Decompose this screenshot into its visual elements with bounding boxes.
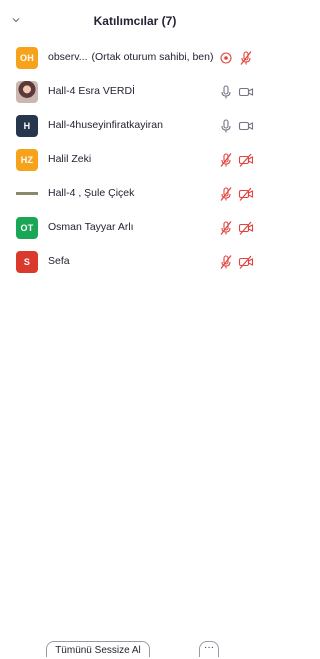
participant-name: Sefa	[48, 255, 70, 267]
participant-name-text: Sefa	[48, 255, 70, 267]
avatar: HZ	[16, 149, 38, 171]
participant-name: Hall-4 , Şule Çiçek	[48, 187, 134, 199]
participant-status-icons	[218, 253, 254, 271]
mic-icon[interactable]	[218, 118, 234, 134]
avatar: H	[16, 115, 38, 137]
participant-status-icons	[218, 151, 254, 169]
participant-row[interactable]: Hall-4 , Şule Çiçek	[0, 177, 270, 211]
participant-status-icons	[218, 83, 254, 101]
participant-status-icons	[218, 117, 254, 135]
participant-name: Osman Tayyar Arlı	[48, 221, 134, 233]
participant-role: (Ortak oturum sahibi, ben)	[91, 51, 214, 63]
participant-name: Hall-4 Esra VERDİ	[48, 85, 135, 97]
participant-status-icons	[218, 185, 254, 203]
participant-row[interactable]: HZ Halil Zeki	[0, 143, 270, 177]
panel-footer: Tümünü Sessize Al ···	[0, 641, 270, 657]
more-options-button[interactable]: ···	[199, 641, 219, 657]
mic-icon[interactable]	[218, 84, 234, 100]
mic-muted-icon[interactable]	[238, 50, 254, 66]
video-off-icon[interactable]	[238, 152, 254, 168]
participant-name-text: Osman Tayyar Arlı	[48, 221, 134, 233]
participant-row[interactable]: S Sefa	[0, 245, 270, 279]
video-off-icon[interactable]	[238, 186, 254, 202]
participant-row[interactable]: H Hall-4huseyinfiratkayiran	[0, 109, 270, 143]
video-off-icon[interactable]	[238, 254, 254, 270]
mute-all-button[interactable]: Tümünü Sessize Al	[46, 641, 150, 657]
participant-row[interactable]: OH observ... (Ortak oturum sahibi, ben)	[0, 41, 270, 75]
participant-name: observ... (Ortak oturum sahibi, ben)	[48, 51, 213, 63]
participant-name-text: Hall-4 , Şule Çiçek	[48, 187, 135, 199]
mic-muted-icon[interactable]	[218, 220, 234, 236]
avatar: OH	[16, 47, 38, 69]
participant-name: Hall-4huseyinfiratkayiran	[48, 119, 163, 131]
participant-name-text: Halil Zeki	[48, 153, 92, 165]
mic-muted-icon[interactable]	[218, 186, 234, 202]
avatar: S	[16, 251, 38, 273]
participant-status-icons	[218, 49, 254, 67]
avatar	[16, 183, 38, 205]
avatar	[16, 81, 38, 103]
participant-name-text: Hall-4 Esra VERDİ	[48, 85, 135, 97]
video-icon[interactable]	[238, 118, 254, 134]
participant-list: OH observ... (Ortak oturum sahibi, ben) Hal…	[0, 41, 270, 279]
video-icon[interactable]	[238, 84, 254, 100]
avatar: OT	[16, 217, 38, 239]
mic-muted-icon[interactable]	[218, 254, 234, 270]
mic-muted-icon[interactable]	[218, 152, 234, 168]
participant-row[interactable]: OT Osman Tayyar Arlı	[0, 211, 270, 245]
participant-name-text: observ...	[48, 51, 88, 63]
participant-name: Halil Zeki	[48, 153, 91, 165]
participant-row[interactable]: Hall-4 Esra VERDİ	[0, 75, 270, 109]
video-off-icon[interactable]	[238, 220, 254, 236]
panel-title: Katılımcılar (7)	[93, 14, 177, 28]
participant-name-text: Hall-4huseyinfiratkayiran	[48, 119, 163, 131]
participants-header: Katılımcılar (7)	[0, 0, 270, 40]
participant-status-icons	[218, 219, 254, 237]
recording-icon	[218, 50, 234, 66]
